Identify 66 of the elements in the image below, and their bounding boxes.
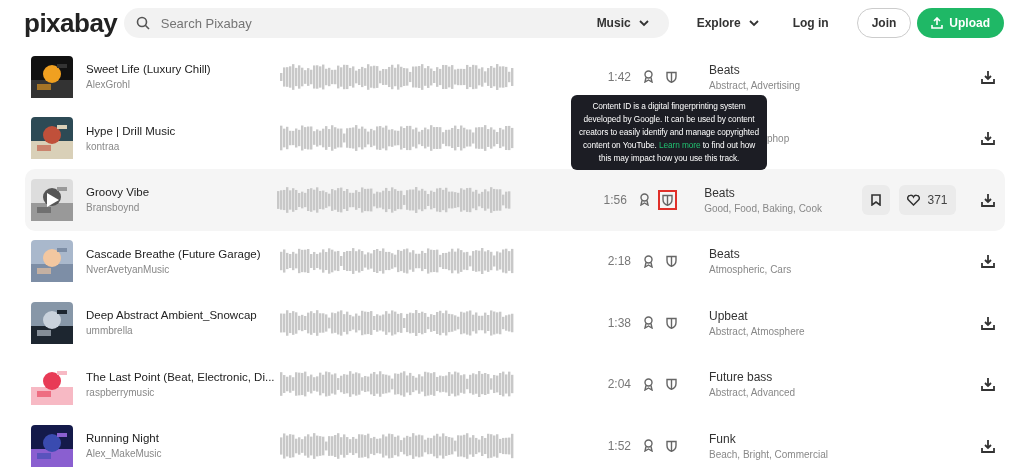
tags-text[interactable]: Abstract, Advertising [709, 79, 801, 91]
tags-text[interactable]: phop [767, 132, 790, 144]
tags-text[interactable]: Abstract, Atmosphere [709, 325, 805, 337]
duration: 2:04 [607, 377, 631, 392]
bookmark-icon [871, 193, 881, 206]
artist-name[interactable]: AlexGrohl [86, 79, 130, 91]
duration: 1:42 [607, 69, 631, 84]
nav-link[interactable]: Explore [690, 15, 765, 31]
shield-icon[interactable] [666, 439, 677, 452]
tags-text[interactable]: Beach, Bright, Commercial [709, 448, 828, 460]
duration: 1:56 [603, 192, 627, 207]
tags-text[interactable]: Atmospheric, Cars [709, 264, 792, 276]
genre-link[interactable]: Funk [709, 431, 736, 446]
award-icon[interactable] [643, 70, 654, 84]
shield-icon[interactable] [666, 316, 677, 329]
artist-name[interactable]: ummbrella [86, 325, 133, 337]
award-icon[interactable] [638, 193, 650, 207]
upload-icon [931, 17, 944, 29]
genre-link[interactable]: Future bass [709, 370, 773, 385]
genre-link[interactable]: Beats [709, 247, 740, 262]
track-title[interactable]: Running Night [86, 432, 159, 445]
track-title[interactable]: Cascade Breathe (Future Garage) [86, 247, 261, 260]
download-icon[interactable] [981, 254, 995, 269]
artist-name[interactable]: raspberrymusic [86, 386, 155, 398]
genre-link[interactable]: Beats [709, 62, 740, 77]
genre-link[interactable]: Upbeat [709, 308, 748, 323]
duration: 2:18 [607, 254, 631, 269]
artist-name[interactable]: NverAvetyanMusic [86, 263, 170, 275]
learn-more-link[interactable]: Learn more [659, 140, 701, 150]
heart-icon [907, 193, 921, 206]
track-title[interactable]: The Last Point (Beat, Electronic, Di... [86, 370, 275, 383]
download-icon[interactable] [981, 131, 995, 146]
artist-name[interactable]: kontraa [86, 140, 120, 152]
caret-icon [638, 19, 649, 27]
track-title[interactable]: Deep Abstract Ambient_Snowcap [86, 309, 257, 322]
play-icon[interactable] [46, 191, 60, 208]
award-icon[interactable] [643, 316, 654, 330]
artist-name[interactable]: Alex_MakeMusic [86, 448, 162, 460]
tooltip: Content ID is a digital fingerprinting system developed by Google. It can be used by content creators to easily identify and manage copyrighted content on YouTube. Learn more to find out how this may impact how you use this track. [571, 95, 767, 170]
download-icon[interactable] [981, 377, 995, 392]
genre-link[interactable]: Beats [704, 185, 735, 200]
join-button[interactable]: Join [856, 8, 912, 38]
duration: 1:52 [607, 438, 631, 453]
category-dropdown[interactable]: Music [590, 15, 655, 31]
shield-icon[interactable] [666, 255, 677, 268]
nav-link[interactable]: Log in [786, 15, 835, 31]
award-icon[interactable] [643, 439, 654, 453]
track-title[interactable]: Sweet Life (Luxury Chill) [86, 63, 211, 76]
search-field[interactable]: Search Pixabay Music [123, 8, 669, 38]
download-icon[interactable] [981, 192, 995, 207]
download-icon[interactable] [981, 438, 995, 453]
bookmark-button[interactable] [862, 184, 890, 215]
award-icon[interactable] [643, 377, 654, 391]
shield-icon[interactable] [666, 70, 677, 83]
track-row[interactable]: Groovy Vibe Bransboynd 1:56 Beats Good, Food, Baking, Cook 371 [25, 169, 1005, 231]
shield-icon[interactable] [666, 378, 677, 391]
download-icon[interactable] [981, 69, 995, 84]
track-title[interactable]: Hype | Drill Music [86, 124, 176, 137]
track-title[interactable]: Groovy Vibe [86, 186, 150, 199]
like-button[interactable]: 371 [899, 184, 956, 215]
award-icon[interactable] [643, 254, 654, 268]
duration: 1:38 [607, 315, 631, 330]
tags-text[interactable]: Abstract, Advanced [709, 387, 796, 399]
logo[interactable]: pixabay [24, 7, 124, 39]
search-icon [135, 16, 150, 30]
download-icon[interactable] [981, 315, 995, 330]
